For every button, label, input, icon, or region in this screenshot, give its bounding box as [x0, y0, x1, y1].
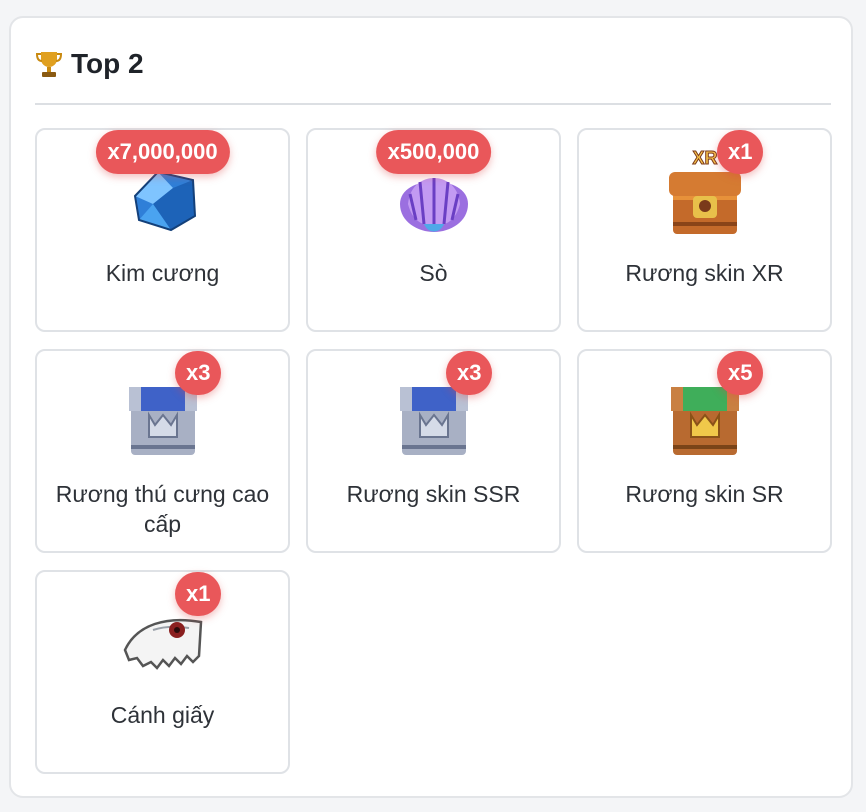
quantity-badge: x500,000 — [375, 130, 492, 174]
quantity-badge: x1 — [175, 572, 222, 616]
reward-grid: x7,000,000 Kim cương x500,000 Sò XR x1 R… — [35, 128, 832, 774]
reward-item-shell[interactable]: x500,000 Sò — [306, 128, 561, 332]
reward-label: Rương thú cưng cao cấp — [55, 481, 270, 537]
reward-item-xr-chest[interactable]: XR x1 Rương skin XR — [577, 128, 832, 332]
reward-item-pet-chest[interactable]: x3 Rương thú cưng cao cấp — [35, 349, 290, 553]
trophy-icon — [35, 52, 63, 77]
page-title: Top 2 — [71, 48, 144, 79]
reward-item-sr-chest[interactable]: x5 Rương skin SR — [577, 349, 832, 553]
rewards-card: Top 2 x7,000,000 Kim cương x500,000 Sò X… — [9, 16, 853, 798]
quantity-badge: x3 — [446, 351, 493, 395]
reward-item-ssr-chest[interactable]: x3 Rương skin SSR — [306, 349, 561, 553]
header-divider — [35, 103, 831, 105]
quantity-badge: x5 — [717, 351, 764, 395]
card-header: Top 2 — [35, 44, 144, 84]
reward-label: Kim cương — [105, 260, 220, 286]
quantity-badge: x3 — [175, 351, 222, 395]
xr-chest-text: XR — [692, 148, 717, 168]
reward-label: Sò — [419, 260, 448, 286]
quantity-badge: x7,000,000 — [95, 130, 230, 174]
reward-label: Rương skin XR — [625, 260, 784, 286]
quantity-badge: x1 — [717, 130, 764, 174]
reward-item-paper-wing[interactable]: x1 Cánh giấy — [35, 570, 290, 774]
reward-label: Rương skin SR — [625, 481, 784, 507]
reward-item-diamond[interactable]: x7,000,000 Kim cương — [35, 128, 290, 332]
reward-label: Rương skin SSR — [346, 481, 521, 507]
reward-label: Cánh giấy — [110, 702, 215, 728]
